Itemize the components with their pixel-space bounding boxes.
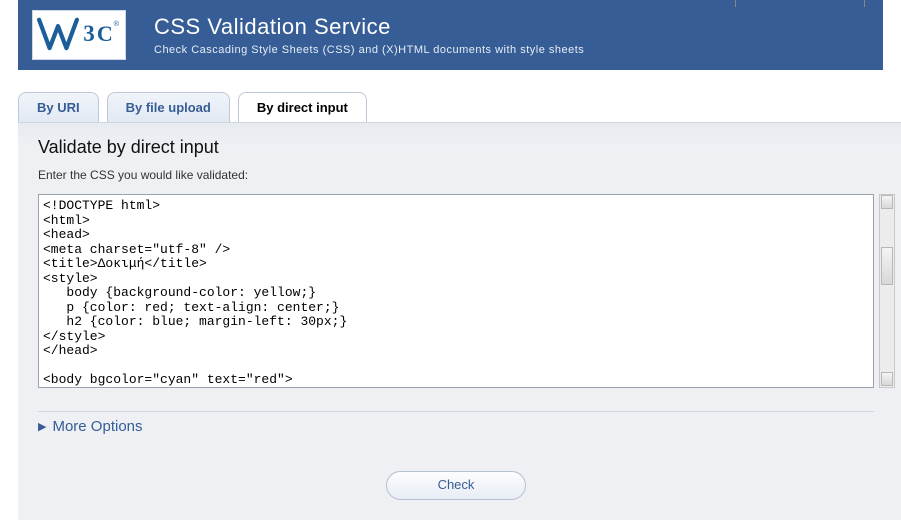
textarea-wrap [38, 194, 877, 393]
tab-by-file-upload[interactable]: By file upload [107, 92, 230, 122]
submit-row: Check [38, 471, 874, 500]
tab-by-direct-input[interactable]: By direct input [238, 92, 367, 122]
instruction-text: Enter the CSS you would like validated: [38, 168, 877, 182]
more-options-label: More Options [52, 418, 142, 435]
external-scrollbar[interactable] [879, 194, 895, 388]
header-banner: 3 C ® CSS Validation Service Check Casca… [18, 0, 883, 70]
scroll-down-arrow[interactable] [881, 372, 893, 386]
page-title: CSS Validation Service [154, 14, 584, 40]
w3c-logo-svg: 3 C ® [37, 16, 121, 54]
section-title: Validate by direct input [38, 137, 877, 158]
banner-text: CSS Validation Service Check Cascading S… [154, 14, 584, 56]
css-input-textarea[interactable] [38, 194, 874, 388]
tab-by-uri[interactable]: By URI [18, 92, 99, 122]
tab-bar: By URI By file upload By direct input [0, 70, 901, 122]
top-lang-strip [735, 0, 865, 7]
svg-text:C: C [97, 21, 113, 46]
page-root: 3 C ® CSS Validation Service Check Casca… [0, 0, 901, 521]
svg-text:®: ® [114, 19, 120, 28]
content-panel: Validate by direct input Enter the CSS y… [18, 122, 901, 520]
check-button[interactable]: Check [386, 471, 526, 500]
disclosure-triangle-icon: ▶ [38, 420, 46, 433]
more-options-toggle[interactable]: ▶ More Options [38, 411, 874, 435]
page-subtitle: Check Cascading Style Sheets (CSS) and (… [154, 44, 584, 56]
scroll-up-arrow[interactable] [881, 195, 893, 209]
w3c-logo[interactable]: 3 C ® [32, 10, 126, 60]
svg-text:3: 3 [83, 20, 95, 46]
scroll-thumb[interactable] [881, 247, 893, 285]
